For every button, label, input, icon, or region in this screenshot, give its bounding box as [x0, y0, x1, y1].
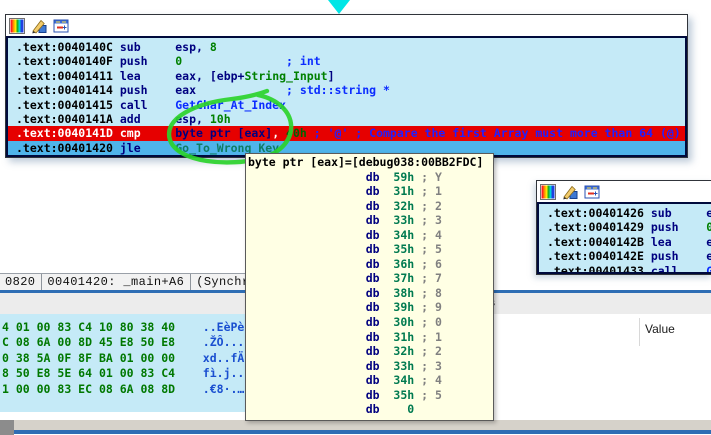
tooltip-byte-row: db 35h ; 5	[248, 242, 493, 257]
palette-icon[interactable]	[9, 18, 25, 34]
palette-icon[interactable]	[540, 184, 556, 200]
horizontal-scrollbar[interactable]	[0, 420, 711, 430]
disasm-line[interactable]: .text:0040140C sub esp, 8	[8, 40, 685, 54]
disasm-line[interactable]: .text:0040142B lea ea	[539, 235, 711, 249]
disasm-line[interactable]: .text:0040140F push 0 ; int	[8, 54, 685, 68]
tooltip-byte-row: db 34h ; 4	[248, 373, 493, 388]
disasm-line[interactable]: .text:00401415 call GetChar_At_Index	[8, 98, 685, 112]
tooltip-byte-row: db 32h ; 2	[248, 199, 493, 214]
disassembly-toolbar	[6, 15, 687, 36]
disassembly-window-main: .text:0040140C sub esp, 8.text:0040140F …	[5, 14, 688, 158]
tooltip-byte-row: db 33h ; 3	[248, 213, 493, 228]
disasm-line[interactable]: .text:0040141D cmp byte ptr [eax], 40h ;…	[8, 126, 685, 140]
disasm-line[interactable]: .text:00401414 push eax ; std::string *	[8, 83, 685, 97]
tooltip-byte-row: db 30h ; 0	[248, 315, 493, 330]
tooltip-byte-row: db 37h ; 7	[248, 271, 493, 286]
disasm-line[interactable]: .text:00401426 sub es	[539, 206, 711, 220]
tooltip-byte-rows: db 59h ; Y db 31h ; 1 db 32h ; 2 db 33h …	[248, 170, 493, 417]
hint-tooltip: byte ptr [eax]=[debug038:00BB2FDC] db 59…	[245, 153, 494, 421]
disassembly-toolbar-secondary	[537, 181, 711, 202]
column-separator[interactable]	[639, 318, 640, 346]
disasm-line[interactable]: .text:00401411 lea eax, [ebp+String_Inpu…	[8, 69, 685, 83]
disasm-line[interactable]: .text:0040142E push ea	[539, 249, 711, 263]
disassembly-window-secondary: .text:00401426 sub es.text:00401429 push…	[536, 180, 711, 275]
tooltip-byte-row: db 36h ; 6	[248, 257, 493, 272]
tooltip-byte-row: db 59h ; Y	[248, 170, 493, 185]
tooltip-title: byte ptr [eax]=[debug038:00BB2FDC]	[248, 155, 493, 170]
tooltip-byte-row: db 0	[248, 402, 493, 417]
ida-debugger-workspace: .text:0040140C sub esp, 8.text:0040140F …	[0, 0, 711, 435]
tooltip-byte-row: db 38h ; 8	[248, 286, 493, 301]
disasm-line[interactable]: .text:00401433 call Ge	[539, 264, 711, 274]
sync-icon[interactable]	[53, 18, 69, 34]
window-bottom-edge	[0, 430, 711, 434]
disassembly-view-secondary[interactable]: .text:00401426 sub es.text:00401429 push…	[537, 202, 711, 274]
disassembly-view-main[interactable]: .text:0040140C sub esp, 8.text:0040140F …	[6, 36, 687, 157]
tooltip-byte-row: db 35h ; 5	[248, 388, 493, 403]
sync-icon[interactable]	[584, 184, 600, 200]
value-column-header[interactable]: Value	[645, 322, 675, 336]
tooltip-byte-row: db 31h ; 1	[248, 330, 493, 345]
edit-icon[interactable]	[31, 18, 47, 34]
tooltip-byte-row: db 39h ; 9	[248, 300, 493, 315]
disasm-line[interactable]: .text:0040141A add esp, 10h	[8, 112, 685, 126]
tooltip-byte-row: db 32h ; 2	[248, 344, 493, 359]
disasm-line[interactable]: .text:00401429 push 0	[539, 220, 711, 234]
edit-icon[interactable]	[562, 184, 578, 200]
tooltip-byte-row: db 31h ; 1	[248, 184, 493, 199]
tooltip-byte-row: db 33h ; 3	[248, 359, 493, 374]
scrollbar-corner	[0, 420, 14, 435]
flow-arrow-icon	[328, 0, 350, 14]
tooltip-byte-row: db 34h ; 4	[248, 228, 493, 243]
